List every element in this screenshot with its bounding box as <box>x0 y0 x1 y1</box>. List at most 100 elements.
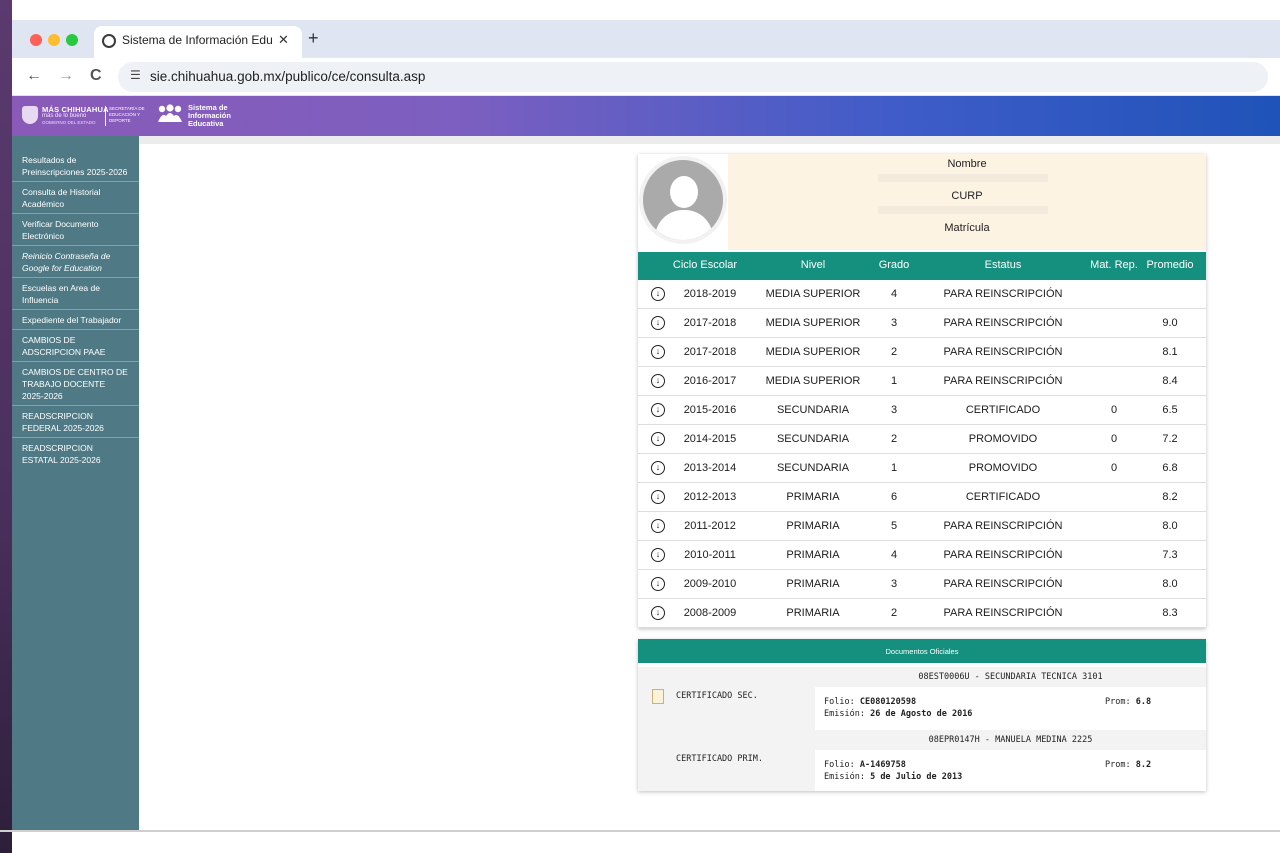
sie-logo[interactable]: Sistema de Información Educativa <box>157 102 247 130</box>
table-row: ↓ 2009-2010 PRIMARIA 3 PARA REINSCRIPCIÓN 8.0 <box>638 570 1206 599</box>
download-icon[interactable]: ↓ <box>651 432 665 446</box>
forward-button[interactable]: → <box>58 67 74 85</box>
cell-ciclo: 2018-2019 <box>683 288 737 300</box>
logo-text-line2: más de lo bueno <box>42 113 87 119</box>
sidebar-item-cambios-centro[interactable]: CAMBIOS DE CENTRO DE TRABAJO DOCENTE 202… <box>12 362 139 406</box>
cell-ciclo: 2014-2015 <box>683 433 737 445</box>
url-bar[interactable]: ☰ sie.chihuahua.gob.mx/publico/ce/consul… <box>118 62 1268 92</box>
reload-button[interactable]: C <box>90 67 102 85</box>
cell-matrep: 0 <box>1110 433 1118 445</box>
cell-estatus: PARA REINSCRIPCIÓN <box>943 346 1063 358</box>
download-icon[interactable]: ↓ <box>651 403 665 417</box>
close-window-button[interactable] <box>30 34 42 46</box>
maximize-window-button[interactable] <box>66 34 78 46</box>
cell-ciclo: 2016-2017 <box>683 375 737 387</box>
cell-estatus: PARA REINSCRIPCIÓN <box>943 607 1063 619</box>
cell-matrep: 0 <box>1110 462 1118 474</box>
sidebar-item-reinicio-contrasena[interactable]: Reinicio Contraseña de Google for Educat… <box>12 246 139 278</box>
certificate-file-icon[interactable] <box>652 689 664 704</box>
prom-value: 8.2 <box>1135 760 1152 770</box>
address-bar-row: ← → C ☰ sie.chihuahua.gob.mx/publico/ce/… <box>12 58 1280 96</box>
avatar-head-icon <box>670 176 698 208</box>
cell-promedio: 8.1 <box>1162 346 1178 358</box>
folio-label: Folio: <box>824 760 855 770</box>
doc-prom: Prom: 6.8 <box>1105 697 1151 707</box>
doc-school: 08EPR0147H - MANUELA MEDINA 2225 <box>815 730 1206 750</box>
documentos-oficiales: Documentos Oficiales 08EST0006U - SECUND… <box>638 639 1206 791</box>
cell-nivel: PRIMARIA <box>786 491 840 503</box>
emision-label: Emisión: <box>824 772 865 782</box>
doc-type[interactable]: CERTIFICADO SEC. <box>676 691 758 701</box>
emision-label: Emisión: <box>824 709 865 719</box>
cell-matrep: 0 <box>1110 404 1118 416</box>
sidebar-item-verificar-documento[interactable]: Verificar Documento Electrónico <box>12 214 139 246</box>
nombre-value-redacted <box>878 174 1048 182</box>
table-row: ↓ 2012-2013 PRIMARIA 6 CERTIFICADO 8.2 <box>638 483 1206 512</box>
doc-prom: Prom: 8.2 <box>1105 760 1151 770</box>
cell-nivel: PRIMARIA <box>786 520 840 532</box>
download-icon[interactable]: ↓ <box>651 519 665 533</box>
cell-ciclo: 2015-2016 <box>683 404 737 416</box>
download-icon[interactable]: ↓ <box>651 374 665 388</box>
table-row: ↓ 2016-2017 MEDIA SUPERIOR 1 PARA REINSCRIPC… <box>638 367 1206 396</box>
cell-estatus: PARA REINSCRIPCIÓN <box>943 549 1063 561</box>
sidebar-item-readscripcion-estatal[interactable]: READSCRIPCION ESTATAL 2025-2026 <box>12 438 139 469</box>
student-info: Nombre CURP Matrícula <box>728 154 1206 250</box>
cell-grado: 2 <box>890 607 898 619</box>
cell-nivel: PRIMARIA <box>786 549 840 561</box>
prom-value: 6.8 <box>1135 697 1152 707</box>
download-icon[interactable]: ↓ <box>651 316 665 330</box>
download-icon[interactable]: ↓ <box>651 606 665 620</box>
download-icon[interactable]: ↓ <box>651 490 665 504</box>
doc-emision: Emisión: 26 de Agosto de 2016 <box>824 709 972 719</box>
table-row: ↓ 2008-2009 PRIMARIA 2 PARA REINSCRIPCIÓN 8.3 <box>638 599 1206 628</box>
browser-window: Sistema de Información Educ ✕ + ← → C ☰ … <box>12 20 1280 832</box>
sidebar-item-historial[interactable]: Consulta de Historial Académico <box>12 182 139 214</box>
download-icon[interactable]: ↓ <box>651 548 665 562</box>
browser-tab[interactable]: Sistema de Información Educ ✕ <box>94 26 302 58</box>
sidebar-item-preinscripciones[interactable]: Resultados de Preinscripciones 2025-2026 <box>12 150 139 182</box>
cell-grado: 3 <box>890 317 898 329</box>
people-icon <box>158 104 182 122</box>
header-grado: Grado <box>878 259 910 271</box>
download-icon[interactable]: ↓ <box>651 345 665 359</box>
tab-title: Sistema de Información Educ <box>122 33 272 47</box>
cell-promedio: 9.0 <box>1162 317 1178 329</box>
close-tab-icon[interactable]: ✕ <box>278 32 289 48</box>
cell-grado: 5 <box>890 520 898 532</box>
back-button[interactable]: ← <box>26 67 42 85</box>
sidebar-item-cambios-adscripcion[interactable]: CAMBIOS DE ADSCRIPCION PAAE <box>12 330 139 362</box>
cell-ciclo: 2012-2013 <box>683 491 737 503</box>
cell-promedio: 6.8 <box>1162 462 1178 474</box>
documentos-header: Documentos Oficiales <box>638 639 1206 663</box>
cell-grado: 2 <box>890 346 898 358</box>
cell-grado: 6 <box>890 491 898 503</box>
secretaria-text: SECRETARÍA DE EDUCACIÓN Y DEPORTE <box>109 106 145 123</box>
cell-estatus: PROMOVIDO <box>968 433 1038 445</box>
mas-chihuahua-logo[interactable]: MÁS CHIHUAHUA más de lo bueno GOBIERNO D… <box>22 104 145 128</box>
cell-nivel: MEDIA SUPERIOR <box>765 288 861 300</box>
cell-ciclo: 2011-2012 <box>684 520 736 532</box>
cell-estatus: CERTIFICADO <box>965 491 1041 503</box>
download-icon[interactable]: ↓ <box>651 577 665 591</box>
sidebar-item-readscripcion-federal[interactable]: READSCRIPCION FEDERAL 2025-2026 <box>12 406 139 438</box>
minimize-window-button[interactable] <box>48 34 60 46</box>
cell-ciclo: 2008-2009 <box>683 607 737 619</box>
cell-promedio: 8.0 <box>1162 578 1178 590</box>
cell-grado: 1 <box>890 462 898 474</box>
new-tab-button[interactable]: + <box>308 28 319 49</box>
sidebar-item-escuelas-area[interactable]: Escuelas en Area de Influencia <box>12 278 139 310</box>
doc-left-panel: CERTIFICADO PRIM. <box>638 730 815 791</box>
table-row: ↓ 2013-2014 SECUNDARIA 1 PROMOVIDO 0 6.8 <box>638 454 1206 483</box>
download-icon[interactable]: ↓ <box>651 287 665 301</box>
sidebar-item-expediente[interactable]: Expediente del Trabajador <box>12 310 139 330</box>
url-text[interactable]: sie.chihuahua.gob.mx/publico/ce/consulta… <box>150 69 425 84</box>
download-icon[interactable]: ↓ <box>651 461 665 475</box>
tune-icon[interactable]: ☰ <box>130 68 141 82</box>
shield-icon <box>22 106 38 124</box>
student-card: Nombre CURP Matrícula Ciclo Escolar Nive… <box>638 154 1206 628</box>
table-row: ↓ 2018-2019 MEDIA SUPERIOR 4 PARA REINSCRIPC… <box>638 280 1206 309</box>
cell-grado: 4 <box>890 549 898 561</box>
doc-type[interactable]: CERTIFICADO PRIM. <box>676 754 763 764</box>
